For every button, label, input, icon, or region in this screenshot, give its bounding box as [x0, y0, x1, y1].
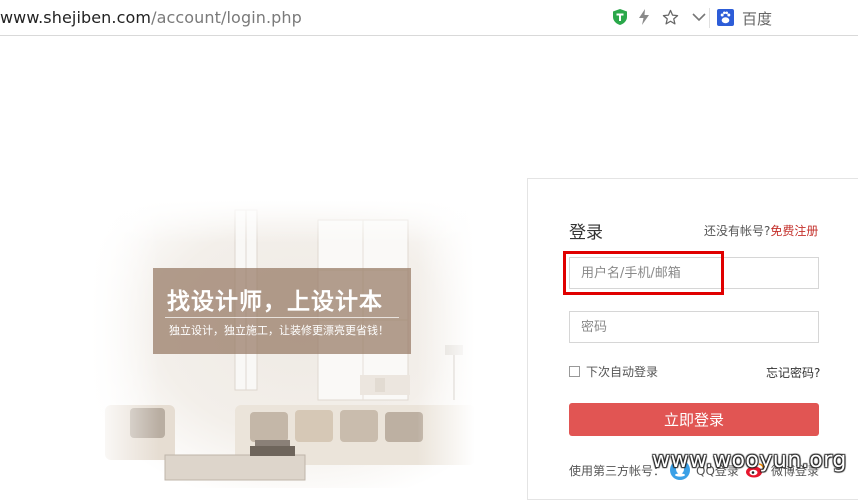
- register-link[interactable]: 免费注册: [770, 224, 818, 238]
- lightning-icon[interactable]: [638, 8, 650, 26]
- url-text[interactable]: www.shejiben.com/account/login.php: [0, 8, 302, 27]
- login-title: 登录: [569, 223, 603, 243]
- forgot-password-link[interactable]: 忘记密码?: [766, 364, 820, 381]
- search-engine-label[interactable]: 百度: [742, 8, 772, 29]
- third-party-label: 使用第三方帐号：: [569, 464, 666, 478]
- address-bar[interactable]: www.shejiben.com/account/login.php 百度: [0, 0, 858, 36]
- url-path: /account/login.php: [151, 8, 302, 27]
- chevron-down-icon[interactable]: [690, 8, 708, 26]
- remember-checkbox[interactable]: [569, 366, 580, 377]
- star-icon[interactable]: [661, 8, 679, 26]
- hero-subtitle: 独立设计，独立施工，让装修更漂亮更省钱！: [169, 324, 389, 337]
- address-bar-divider: [709, 8, 710, 28]
- remember-me[interactable]: 下次自动登录: [569, 363, 658, 380]
- password-input[interactable]: [569, 311, 819, 343]
- remember-label: 下次自动登录: [586, 365, 659, 379]
- watermark-text: www.wooyun.org: [652, 448, 847, 473]
- username-input[interactable]: [569, 257, 819, 289]
- hero-title: 找设计师，上设计本: [167, 288, 383, 315]
- login-button[interactable]: 立即登录: [569, 403, 819, 436]
- baidu-paw-icon[interactable]: [717, 8, 734, 26]
- no-account-text: 还没有帐号?: [704, 224, 771, 238]
- hero-divider: [165, 317, 399, 318]
- url-host: www.shejiben.com: [0, 8, 152, 27]
- shield-t-icon[interactable]: [611, 8, 629, 26]
- register-prompt: 还没有帐号?免费注册: [704, 222, 818, 239]
- hero-banner: 找设计师，上设计本 独立设计，独立施工，让装修更漂亮更省钱！: [153, 268, 411, 354]
